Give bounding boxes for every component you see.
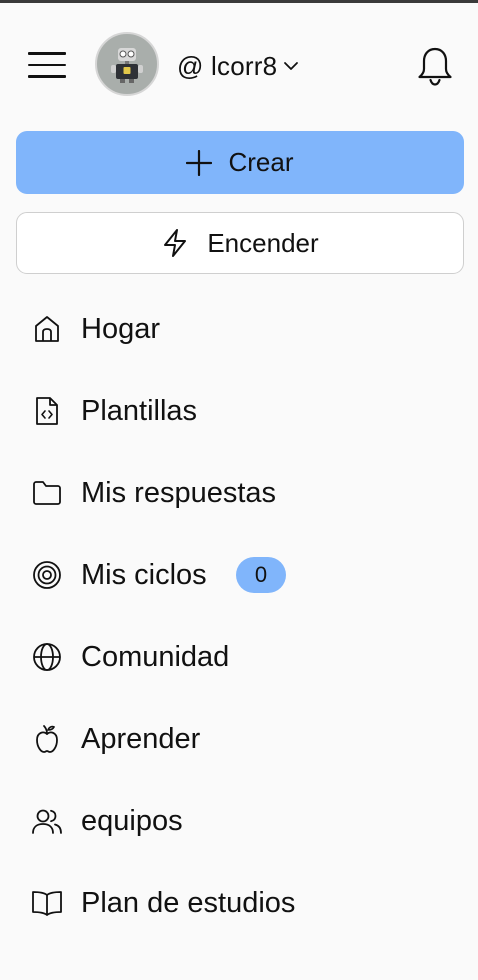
sidebar-item-label: Plan de estudios <box>81 886 296 919</box>
code-file-icon <box>31 395 63 427</box>
sidebar-item-label: Mis respuestas <box>81 476 277 509</box>
spiral-icon <box>31 559 63 591</box>
sidebar-item-label: equipos <box>81 804 183 837</box>
top-header: @ lcorr8 <box>0 32 478 98</box>
bell-icon[interactable] <box>416 45 454 87</box>
folder-icon <box>31 477 63 509</box>
users-icon <box>31 805 63 837</box>
sidebar-item-label: Hogar <box>81 312 160 345</box>
sidebar-item-comunidad[interactable]: Comunidad <box>0 625 478 689</box>
chevron-down-icon[interactable] <box>283 60 299 72</box>
sidebar-item-mis-ciclos[interactable]: Mis ciclos 0 <box>0 543 478 607</box>
power-on-button-label: Encender <box>207 227 319 258</box>
sidebar-item-mis-respuestas[interactable]: Mis respuestas <box>0 461 478 525</box>
home-icon <box>31 313 63 345</box>
globe-icon <box>31 641 63 673</box>
avatar[interactable] <box>95 32 159 96</box>
lightning-bolt-icon <box>164 229 187 257</box>
sidebar-item-hogar[interactable]: Hogar <box>0 297 478 361</box>
robot-avatar-icon <box>111 48 143 83</box>
sidebar-item-label: Plantillas <box>81 394 198 427</box>
sidebar-item-label: Aprender <box>81 722 201 755</box>
hamburger-menu-icon[interactable] <box>28 52 66 78</box>
sidebar-item-plantillas[interactable]: Plantillas <box>0 379 478 443</box>
sidebar-item-label: Comunidad <box>81 640 230 673</box>
sidebar-item-equipos[interactable]: equipos <box>0 789 478 853</box>
power-on-button[interactable]: Encender <box>16 212 464 274</box>
user-menu[interactable]: @ lcorr8 <box>177 51 299 81</box>
create-button[interactable]: Crear <box>16 131 464 194</box>
cycles-count-badge: 0 <box>236 557 286 593</box>
username[interactable]: @ lcorr8 <box>177 51 277 82</box>
sidebar-item-aprender[interactable]: Aprender <box>0 707 478 771</box>
apple-icon <box>31 723 63 755</box>
create-button-label: Crear <box>228 147 294 177</box>
sidebar-item-plan-de-estudios[interactable]: Plan de estudios <box>0 871 478 935</box>
plus-icon <box>186 149 213 176</box>
sidebar-item-label: Mis ciclos <box>81 558 207 591</box>
open-book-icon <box>31 887 63 919</box>
